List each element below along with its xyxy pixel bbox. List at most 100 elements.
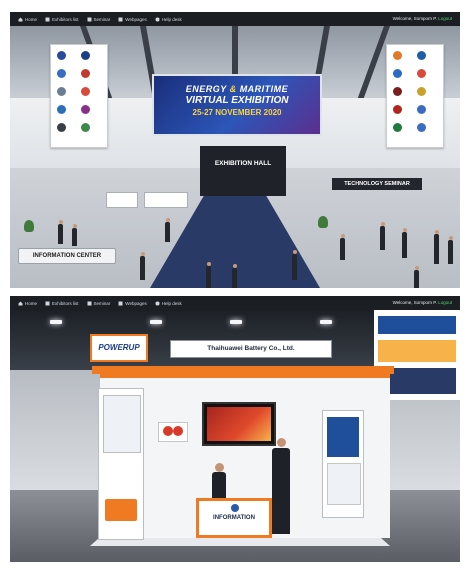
nav-helpdesk-label: Help desk	[161, 16, 182, 22]
information-center-sign[interactable]: INFORMATION CENTER	[18, 248, 116, 264]
ad-image	[378, 340, 456, 362]
sponsor-logo	[81, 123, 90, 132]
staff-head	[214, 463, 224, 472]
visitor-figure	[206, 262, 211, 288]
nav-home-label: Home	[25, 16, 38, 22]
sponsor-logo	[393, 51, 402, 60]
visitor-figure	[380, 222, 385, 250]
visitor-figure	[72, 224, 77, 246]
nav-exhibitors[interactable]: Exhibitors list	[45, 301, 79, 306]
banner-title: ENERGY & MARITIME	[154, 84, 320, 94]
booth-screenshot: Home Exhibitors list Seminar Webpages He…	[10, 296, 460, 562]
home-icon	[18, 301, 23, 305]
banner-dates: 25-27 NOVEMBER 2020	[192, 108, 282, 117]
visitor-figure	[448, 236, 453, 264]
information-desk[interactable]: INFORMATION	[196, 498, 272, 538]
sponsor-banner-left[interactable]	[50, 44, 108, 148]
booth-top-beam	[92, 366, 394, 374]
welcome-text: Welcome, Somporn P. Logout	[393, 16, 452, 21]
top-navbar: Home Exhibitors list Seminar Webpages He…	[10, 12, 460, 26]
nav-helpdesk[interactable]: Help desk	[155, 17, 182, 22]
banner-title-amp: &	[229, 84, 237, 94]
list-icon	[45, 301, 50, 305]
sponsor-logo	[81, 69, 90, 78]
nav-exhibitors[interactable]: Exhibitors list	[45, 17, 79, 22]
staff-head	[276, 438, 286, 447]
sponsor-logo	[57, 123, 66, 132]
sponsor-logo	[81, 87, 90, 96]
visitor-figure	[340, 234, 345, 260]
sponsor-logo	[57, 105, 66, 114]
webpage-icon	[118, 301, 123, 305]
company-name-sign: Thaihuawei Battery Co., Ltd.	[170, 340, 332, 358]
brochure-stand[interactable]	[105, 499, 137, 521]
welcome-user: Welcome, Somporn P.	[392, 16, 437, 21]
emblem-circle	[173, 426, 183, 436]
welcome-user: Welcome, Somporn P.	[392, 300, 437, 305]
nav-helpdesk[interactable]: Help desk	[155, 301, 182, 306]
nav-webpages-label: Webpages	[125, 300, 147, 306]
visitor-figure	[402, 228, 407, 258]
nav-home[interactable]: Home	[18, 17, 37, 22]
visitor-figure	[414, 266, 419, 288]
logout-link[interactable]: Logout	[438, 300, 452, 305]
technology-seminar-sign[interactable]: TECHNOLOGY SEMINAR	[332, 178, 422, 190]
product-poster[interactable]	[103, 395, 141, 453]
booth-scene: POWERUP Thaihuawei Battery Co., Ltd. INF…	[10, 310, 460, 562]
exhibition-banner: ENERGY & MARITIME VIRTUAL EXHIBITION 25-…	[152, 74, 322, 136]
plant-decoration	[24, 220, 34, 232]
sponsor-logo	[417, 105, 426, 114]
ceiling-light	[230, 320, 242, 324]
sponsor-logo	[393, 123, 402, 132]
info-board	[144, 192, 188, 208]
info-kiosk[interactable]	[322, 410, 364, 518]
nav-helpdesk-label: Help desk	[161, 300, 182, 306]
nav-home[interactable]: Home	[18, 301, 37, 306]
visitor-figure	[58, 220, 63, 244]
ceiling-light	[150, 320, 162, 324]
kiosk-poster	[327, 463, 361, 505]
nav-seminar-label: Seminar	[93, 300, 111, 306]
sponsor-logo	[81, 51, 90, 60]
nav-webpages[interactable]: Webpages	[118, 16, 147, 22]
nav-home-label: Home	[25, 300, 38, 306]
sponsor-logo	[417, 69, 426, 78]
welcome-text: Welcome, Somporn P. Logout	[393, 300, 452, 305]
nav-seminar[interactable]: Seminar	[87, 300, 111, 306]
nav-webpages[interactable]: Webpages	[118, 300, 147, 306]
booth-pillar-left	[98, 388, 144, 540]
sponsor-logo	[417, 123, 426, 132]
sponsor-logo	[57, 69, 66, 78]
lobby-screenshot: Home Exhibitors list Seminar Webpages He…	[10, 12, 460, 288]
seminar-icon	[87, 301, 92, 305]
nav-seminar[interactable]: Seminar	[87, 16, 111, 22]
logout-link[interactable]: Logout	[438, 16, 452, 21]
exhibition-hall-label: EXHIBITION HALL	[214, 160, 272, 167]
sponsor-logo	[57, 87, 66, 96]
kiosk-screen	[327, 417, 359, 457]
exhibition-hall-entrance[interactable]: EXHIBITION HALL	[200, 146, 286, 196]
visitor-figure	[232, 264, 237, 288]
nav-webpages-label: Webpages	[125, 16, 147, 22]
sponsor-logo	[393, 105, 402, 114]
seminar-icon	[87, 17, 92, 21]
ad-header	[378, 316, 456, 334]
booth-staff-male	[272, 438, 290, 534]
webpage-icon	[118, 17, 123, 21]
plant-decoration	[318, 216, 328, 228]
sponsor-logo	[81, 105, 90, 114]
ceiling-light	[320, 320, 332, 324]
sponsor-logo	[57, 51, 66, 60]
sponsor-logo	[393, 69, 402, 78]
home-icon	[18, 17, 23, 21]
help-icon	[155, 17, 160, 21]
banner-title-energy: ENERGY	[185, 84, 227, 94]
sponsor-banner-right[interactable]	[386, 44, 444, 148]
visitor-figure	[292, 250, 297, 280]
nav-seminar-label: Seminar	[93, 16, 111, 22]
sponsor-logo	[417, 51, 426, 60]
banner-subtitle: VIRTUAL EXHIBITION	[185, 95, 289, 106]
visitor-figure	[140, 252, 145, 280]
presentation-screen[interactable]	[202, 402, 276, 446]
powerup-logo[interactable]: POWERUP	[90, 334, 148, 362]
